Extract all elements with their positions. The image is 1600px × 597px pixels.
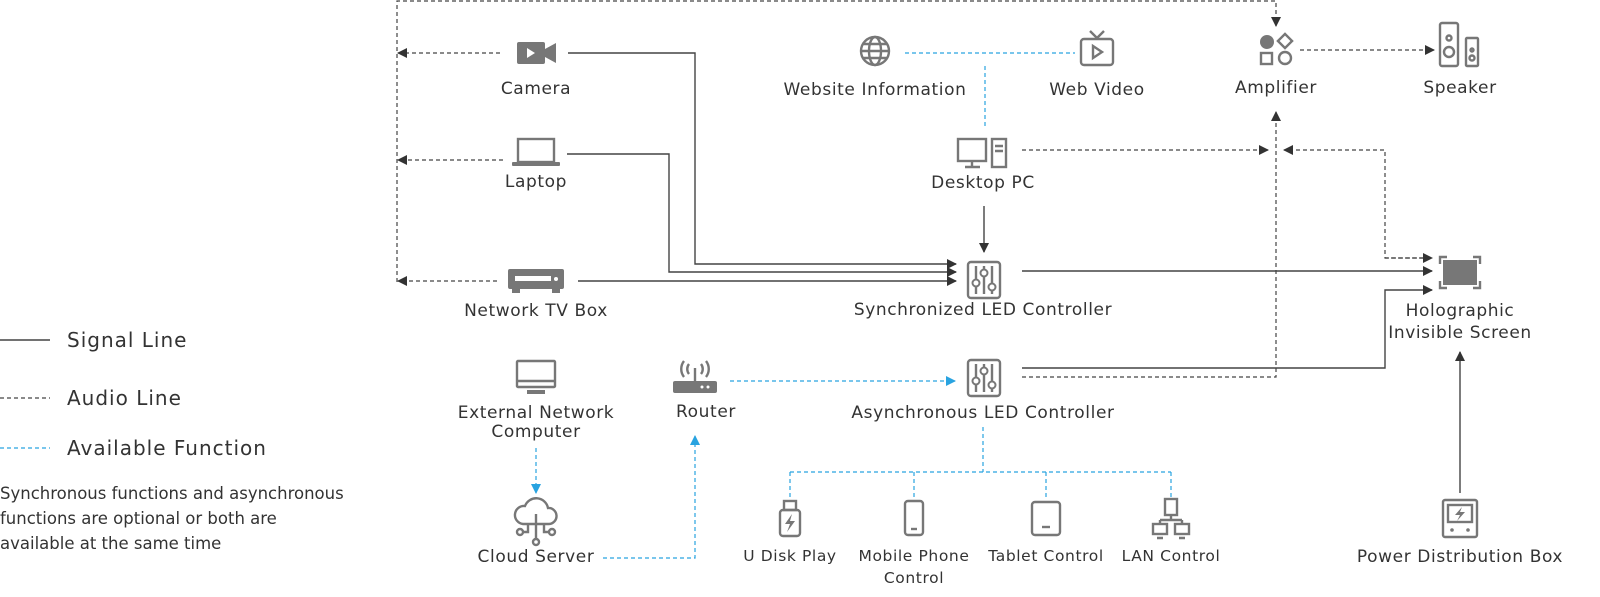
extpc-label-line: External Network (458, 403, 615, 423)
cloud-label: Cloud Server (478, 547, 595, 567)
async-controller-label: Asynchronous LED Controller (851, 403, 1114, 423)
async-control-function-lines (789, 427, 1172, 497)
tv-play-icon (1079, 30, 1115, 67)
monitor-icon (515, 359, 557, 394)
mobile-label-line: Mobile Phone (859, 547, 970, 565)
video-camera-icon (517, 42, 556, 64)
webvideo-label: Web Video (1049, 80, 1145, 100)
router-icon (673, 360, 717, 393)
async-audio-line (1022, 111, 1281, 378)
mobile-label-line: Control (884, 569, 944, 587)
router-label: Router (676, 402, 736, 422)
tablet-label: Tablet Control (987, 547, 1104, 565)
system-diagram: Signal Line Audio Line Available Functio… (0, 0, 1563, 587)
power-box-icon (1441, 498, 1479, 539)
desktop-label: Desktop PC (931, 173, 1035, 193)
screen-label-line: Holographic (1406, 301, 1515, 321)
globe-icon (859, 35, 891, 67)
legend-audio-label: Audio Line (67, 386, 182, 410)
website-label: Website Information (784, 80, 967, 100)
sync-controller-label: Synchronized LED Controller (854, 300, 1112, 320)
tablet-icon (1030, 500, 1062, 537)
cloud-router-function-line (603, 435, 700, 559)
legend: Signal Line Audio Line Available Functio… (0, 328, 344, 553)
lan-icon (1151, 497, 1191, 540)
udisk-label: U Disk Play (743, 547, 836, 565)
set-top-box-icon (508, 269, 564, 293)
screen-label-line: Invisible Screen (1388, 323, 1532, 343)
legend-note-line: Synchronous functions and asynchronous (0, 484, 344, 503)
legend-note-line: available at the same time (0, 534, 221, 553)
power-label: Power Distribution Box (1357, 547, 1563, 567)
cloud-server-icon (513, 497, 558, 547)
extpc-label-line: Computer (491, 422, 580, 442)
desktop-pc-icon (956, 137, 1008, 169)
laptop-label: Laptop (505, 172, 567, 192)
lan-label: LAN Control (1122, 547, 1221, 565)
camera-label: Camera (501, 79, 571, 99)
legend-signal-label: Signal Line (67, 328, 187, 352)
shapes-icon (1259, 32, 1294, 66)
sync-sliders-icon (966, 260, 1002, 300)
async-sliders-icon (966, 358, 1002, 398)
screen-icon (1438, 255, 1482, 290)
speaker-label: Speaker (1423, 78, 1496, 98)
speaker-icon (1438, 21, 1480, 68)
mobile-phone-icon (903, 499, 925, 537)
laptop-icon (512, 137, 560, 166)
screen-audio-line (1283, 145, 1430, 259)
amplifier-label: Amplifier (1235, 78, 1317, 98)
usb-drive-icon (778, 499, 802, 538)
legend-function-label: Available Function (67, 436, 267, 460)
tvbox-label: Network TV Box (464, 301, 608, 321)
legend-note-line: functions are optional or both are (0, 509, 277, 528)
laptop-signal-line (567, 153, 957, 277)
